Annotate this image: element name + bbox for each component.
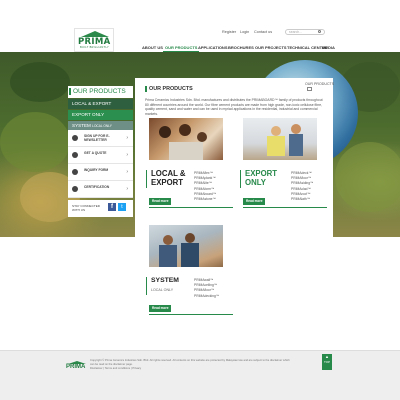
footer-link-disclaimer[interactable]: Disclaimer	[90, 367, 103, 370]
person-shirt	[289, 134, 303, 156]
product-name[interactable]: PRIMAsiding™	[291, 181, 313, 186]
family-photo	[149, 118, 223, 160]
sidebar-item-label: CERTIFICATION	[84, 185, 110, 189]
construction-photo	[149, 225, 223, 267]
product-list: PRIMAwall™ PRIMAceiling™ PRIMAfloor™ PRI…	[194, 278, 219, 299]
sidebar-item-certification[interactable]: CERTIFICATION ›	[68, 181, 133, 198]
search-icon[interactable]	[318, 30, 321, 33]
sidebar-item-label: INQUIRY FORM	[84, 168, 109, 172]
card-title: SYSTEM LOCAL ONLY	[151, 277, 179, 294]
contact-link[interactable]: Contact us	[254, 30, 272, 34]
person-head	[159, 126, 171, 138]
table	[169, 142, 203, 160]
product-name[interactable]: PRIMAstone™	[194, 197, 216, 202]
heading-accent-bar	[69, 88, 71, 95]
mail-icon	[72, 135, 78, 141]
nav-applications[interactable]: APPLICATIONS	[196, 44, 229, 52]
product-card-export-only: EXPORT ONLY PRIMAdeck™ PRIMAfloor™ PRIMA…	[240, 118, 327, 208]
nav-brochures[interactable]: BROCHURES	[226, 44, 256, 52]
product-name[interactable]: PRIMAlath™	[291, 197, 313, 202]
sidebar-item-quote[interactable]: GET A QUOTE ›	[68, 147, 133, 164]
footer-link-privacy[interactable]: Privacy	[132, 367, 141, 370]
sidebar-links: SIGN UP FOR E-NEWSLETTER › GET A QUOTE ›…	[68, 130, 133, 198]
person-head	[271, 126, 281, 136]
social-box: STAY CONNECTED WITH US f t	[68, 200, 133, 217]
register-link[interactable]: Register	[222, 30, 236, 34]
sidebar-heading-label: OUR PRODUCTS	[73, 88, 126, 95]
chevron-right-icon: ›	[126, 152, 128, 158]
facebook-icon[interactable]: f	[108, 203, 116, 211]
product-card-local-export: LOCAL & EXPORT PRIMAflex™ PRIMAplank™ PR…	[146, 118, 233, 208]
card-title-line: SYSTEM	[151, 277, 179, 284]
sidebar-tab-export-only[interactable]: EXPORT ONLY	[68, 110, 133, 120]
card-title-line: EXPORT	[151, 177, 184, 187]
sidebar-heading: OUR PRODUCTS	[68, 86, 133, 98]
card-accent-bar	[146, 277, 148, 295]
social-label: STAY CONNECTED WITH US	[72, 204, 101, 212]
copyright-text: Copyright © Prima Ceramics Industries Sd…	[90, 359, 290, 366]
nav-our-products[interactable]: OUR PRODUCTS	[163, 44, 200, 52]
footer-logo-wordmark: PRIMA	[66, 364, 86, 370]
site-header: PRIMA BUILT BRILLIANTLY Register Login C…	[0, 0, 400, 52]
footer-link-terms[interactable]: Terms and conditions	[105, 367, 130, 370]
nav-media[interactable]: MEDIA	[320, 44, 337, 52]
sidebar-item-newsletter[interactable]: SIGN UP FOR E-NEWSLETTER ›	[68, 130, 133, 147]
twitter-icon[interactable]: t	[118, 203, 126, 211]
product-list: PRIMAdeck™ PRIMAfloor™ PRIMAsiding™ PRIM…	[291, 171, 313, 202]
print-icon[interactable]	[307, 87, 312, 91]
footer-copyright: Copyright © Prima Ceramics Industries Sd…	[90, 359, 290, 371]
read-more-button[interactable]: Read more	[149, 305, 172, 312]
card-accent-bar	[240, 170, 242, 188]
inquiry-icon	[72, 169, 78, 175]
chevron-right-icon: ›	[126, 135, 128, 141]
office-photo	[243, 118, 317, 160]
person-shirt	[181, 243, 199, 267]
person-head	[163, 235, 173, 245]
read-more-button[interactable]: Read more	[149, 198, 172, 205]
back-to-top-label: TOP	[323, 360, 331, 364]
nav-our-projects[interactable]: OUR PROJECTS	[253, 44, 289, 52]
title-accent-bar	[145, 86, 147, 92]
person-head	[185, 233, 195, 243]
site-footer: PRIMA Copyright © Prima Ceramics Industr…	[0, 350, 400, 400]
sidebar-tab-system-label: SYSTEM	[72, 123, 91, 128]
breadcrumb: OUR PRODUCTS	[305, 82, 335, 86]
moss-patch	[0, 112, 70, 172]
moss-shadow	[10, 62, 70, 102]
sidebar-tab-local-export[interactable]: LOCAL & EXPORT	[68, 99, 133, 109]
product-name[interactable]: PRIMAdecking™	[194, 294, 219, 299]
nav-about-us[interactable]: ABOUT US	[140, 44, 165, 52]
person-head	[197, 132, 207, 142]
back-to-top-button[interactable]: ▲ TOP	[322, 354, 332, 370]
prima-logo[interactable]: PRIMA BUILT BRILLIANTLY	[74, 28, 114, 52]
moss-patch-right	[335, 142, 400, 212]
card-title: LOCAL & EXPORT	[151, 169, 186, 187]
product-card-system: SYSTEM LOCAL ONLY PRIMAwall™ PRIMAceilin…	[146, 225, 233, 315]
card-accent-bar	[146, 170, 148, 188]
certificate-icon	[72, 186, 78, 192]
sidebar-tab-system-sub: LOCAL ONLY	[92, 124, 112, 128]
page-title: OUR PRODUCTS	[149, 86, 193, 92]
chevron-right-icon: ›	[126, 169, 128, 175]
card-subtitle: LOCAL ONLY	[151, 287, 174, 292]
person-head	[291, 124, 301, 134]
person-shirt	[267, 136, 285, 156]
person-head	[179, 124, 191, 136]
footer-logo[interactable]: PRIMA	[66, 361, 88, 373]
sidebar-item-label: GET A QUOTE	[84, 151, 107, 155]
intro-paragraph: Prima Ceramics Industries Sdn. Bhd. manu…	[145, 98, 323, 116]
login-link[interactable]: Login	[240, 30, 249, 34]
logo-tagline: BUILT BRILLIANTLY	[80, 46, 110, 49]
person-shirt	[159, 245, 177, 267]
quote-icon	[72, 152, 78, 158]
card-title: EXPORT ONLY	[245, 169, 277, 187]
card-title-line: ONLY	[245, 177, 266, 187]
sidebar-item-label: SIGN UP FOR E-NEWSLETTER	[84, 134, 110, 143]
product-list: PRIMAflex™ PRIMAplank™ PRIMAlite™ PRIMAf…	[194, 171, 216, 202]
chevron-right-icon: ›	[126, 186, 128, 192]
read-more-button[interactable]: Read more	[243, 198, 266, 205]
sidebar-item-inquiry[interactable]: INQUIRY FORM ›	[68, 164, 133, 181]
